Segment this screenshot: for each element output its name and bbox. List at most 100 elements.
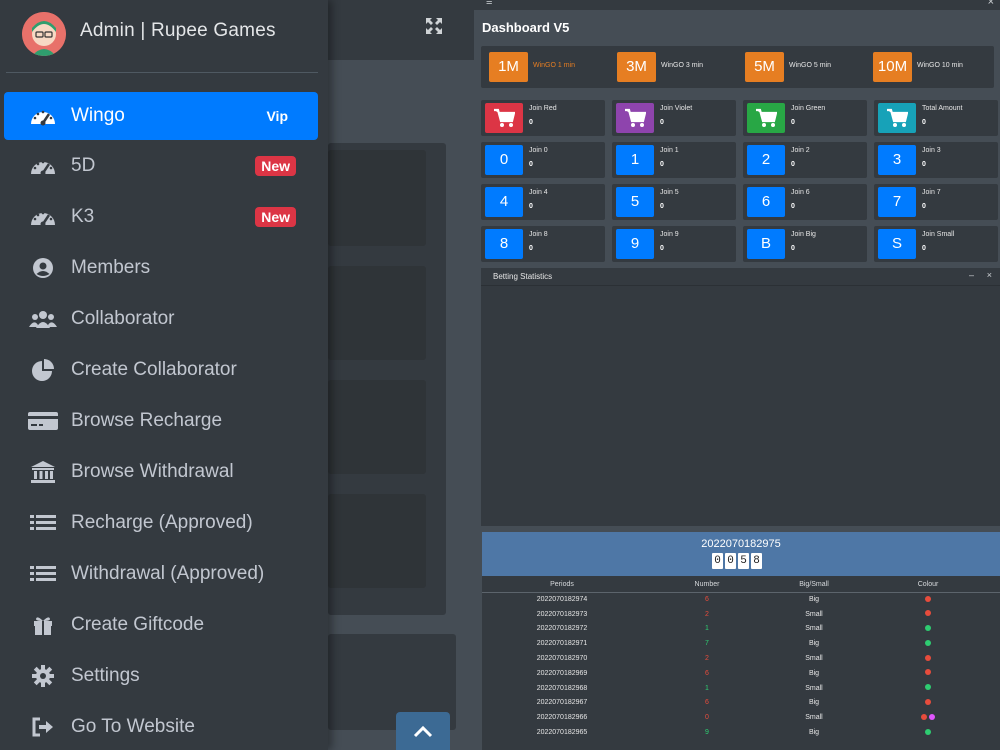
list-icon [28, 511, 58, 535]
dashboard-title: Dashboard V5 [482, 20, 570, 35]
stat-title: Join 8 [529, 231, 548, 238]
join-symbol: B [747, 229, 785, 259]
green-dot [925, 624, 931, 631]
sign-out-icon [28, 715, 58, 739]
tab-wingo-3m[interactable]: 3M WinGO 3 min [609, 52, 733, 82]
stat-join-8: 8 Join 8 0 [481, 226, 605, 262]
card-header: Betting Statistics – × [481, 268, 1000, 286]
table-row: 2022070182972 1 Small [482, 622, 1000, 637]
tab-wingo-10m[interactable]: 10M WinGO 10 min [865, 52, 989, 82]
red-dot [925, 669, 931, 676]
stat-title: Join 2 [791, 147, 810, 154]
stat-value: 0 [529, 119, 533, 126]
sidebar-item-withdrawal-approved[interactable]: Withdrawal (Approved) [4, 550, 318, 598]
menu-icon[interactable]: ≡ [486, 0, 492, 8]
sidebar-item-label: 5D [71, 155, 96, 176]
sidebar-item-label: Browse Recharge [71, 410, 223, 431]
minimize-icon[interactable]: – [969, 270, 974, 280]
number-cell: 6 [705, 669, 709, 677]
table-row: 2022070182965 9 Big [482, 725, 1000, 740]
number-cell: 6 [705, 699, 709, 707]
stat-join-big: B Join Big 0 [743, 226, 867, 262]
join-symbol: 9 [616, 229, 654, 259]
stat-join-2: 2 Join 2 0 [743, 142, 867, 178]
countdown-digit: 0 [725, 553, 736, 569]
countdown-digit: 5 [738, 553, 749, 569]
stat-title: Join 0 [529, 147, 548, 154]
sidebar-item-recharge-approved[interactable]: Recharge (Approved) [4, 499, 318, 547]
timer-label: WinGO 5 min [789, 62, 832, 69]
stat-join-green: Join Green 0 [743, 100, 867, 136]
timer-label: WinGO 10 min [917, 62, 963, 69]
sidebar-item-create-giftcode[interactable]: Create Giftcode [4, 601, 318, 649]
sidebar: Admin | Rupee Games Wingo Vip 5D New K3 New Me… [0, 0, 328, 750]
sidebar-item-settings[interactable]: Settings [4, 652, 318, 700]
brand-avatar [22, 12, 66, 56]
colour-cell [856, 666, 1000, 681]
size-cell: Small [805, 625, 823, 633]
number-cell: 1 [705, 684, 709, 692]
sidebar-item-5d[interactable]: 5D New [4, 142, 318, 190]
size-cell: Big [808, 729, 820, 737]
stat-value: 0 [922, 203, 926, 210]
size-cell: Big [808, 699, 820, 707]
tab-wingo-5m[interactable]: 5M WinGO 5 min [737, 52, 861, 82]
number-cell: 9 [705, 729, 709, 737]
colour-cell [856, 592, 1000, 607]
stat-value: 0 [529, 245, 533, 252]
table-header-row: Periods Number Big/Small Colour [482, 578, 1000, 593]
table-row: 2022070182971 7 Big [482, 636, 1000, 651]
colour-cell [856, 651, 1000, 666]
sidebar-item-label: Create Giftcode [71, 614, 205, 635]
stat-value: 0 [791, 203, 795, 210]
size-cell: Small [805, 610, 823, 618]
sidebar-item-browse-withdrawal[interactable]: Browse Withdrawal [4, 448, 318, 496]
sidebar-item-create-collaborator[interactable]: Create Collaborator [4, 346, 318, 394]
vip-badge: Vip [266, 108, 288, 124]
stat-value: 0 [660, 119, 664, 126]
join-symbol: 1 [616, 145, 654, 175]
number-cell: 2 [705, 610, 709, 618]
tab-wingo-1m[interactable]: 1M WinGO 1 min [481, 52, 605, 82]
sidebar-item-label: K3 [71, 206, 95, 227]
brand-title: Admin | Rupee Games [80, 20, 276, 41]
top-navbar [328, 0, 474, 60]
sidebar-item-browse-recharge[interactable]: Browse Recharge [4, 397, 318, 445]
new-badge: New [255, 207, 296, 227]
timer-badge: 3M [617, 52, 656, 82]
stat-title: Join Small [922, 231, 955, 238]
gift-icon [28, 613, 58, 637]
sidebar-item-wingo[interactable]: Wingo Vip [4, 92, 318, 140]
sidebar-item-go-to-website[interactable]: Go To Website [4, 703, 318, 750]
background-card-inner [328, 494, 426, 588]
dashboard-panel: ≡ × Dashboard V5 1M WinGO 1 min 3M WinGO 3 … [474, 0, 1000, 750]
red-dot [925, 698, 931, 705]
period-cell: 2022070182970 [536, 655, 588, 663]
sidebar-item-members[interactable]: Members [4, 244, 318, 292]
close-icon[interactable]: × [987, 270, 992, 280]
stat-join-4: 4 Join 4 0 [481, 184, 605, 220]
stat-title: Join Red [529, 105, 557, 112]
sidebar-divider [6, 72, 318, 73]
table-row: 2022070182970 2 Small [482, 651, 1000, 666]
number-cell: 6 [705, 596, 709, 604]
stat-join-6: 6 Join 6 0 [743, 184, 867, 220]
bank-icon [28, 460, 58, 484]
user-circle-icon [28, 256, 58, 280]
fullscreen-expand-icon[interactable] [423, 16, 445, 38]
timer-badge: 1M [489, 52, 528, 82]
stat-join-1: 1 Join 1 0 [612, 142, 736, 178]
stat-title: Join Green [791, 105, 826, 112]
colour-cell [856, 636, 1000, 651]
brand-link[interactable]: Admin | Rupee Games [0, 0, 328, 72]
sidebar-item-k3[interactable]: K3 New [4, 193, 318, 241]
timer-label: WinGO 3 min [661, 62, 704, 69]
stat-join-small: S Join Small 0 [874, 226, 998, 262]
tachometer-icon [28, 154, 58, 178]
list-icon [28, 562, 58, 586]
scroll-to-top-button[interactable] [396, 712, 450, 750]
sidebar-item-label: Collaborator [71, 308, 175, 329]
close-icon[interactable]: × [988, 0, 994, 8]
sidebar-item-label: Create Collaborator [71, 359, 237, 380]
sidebar-item-collaborator[interactable]: Collaborator [4, 295, 318, 343]
